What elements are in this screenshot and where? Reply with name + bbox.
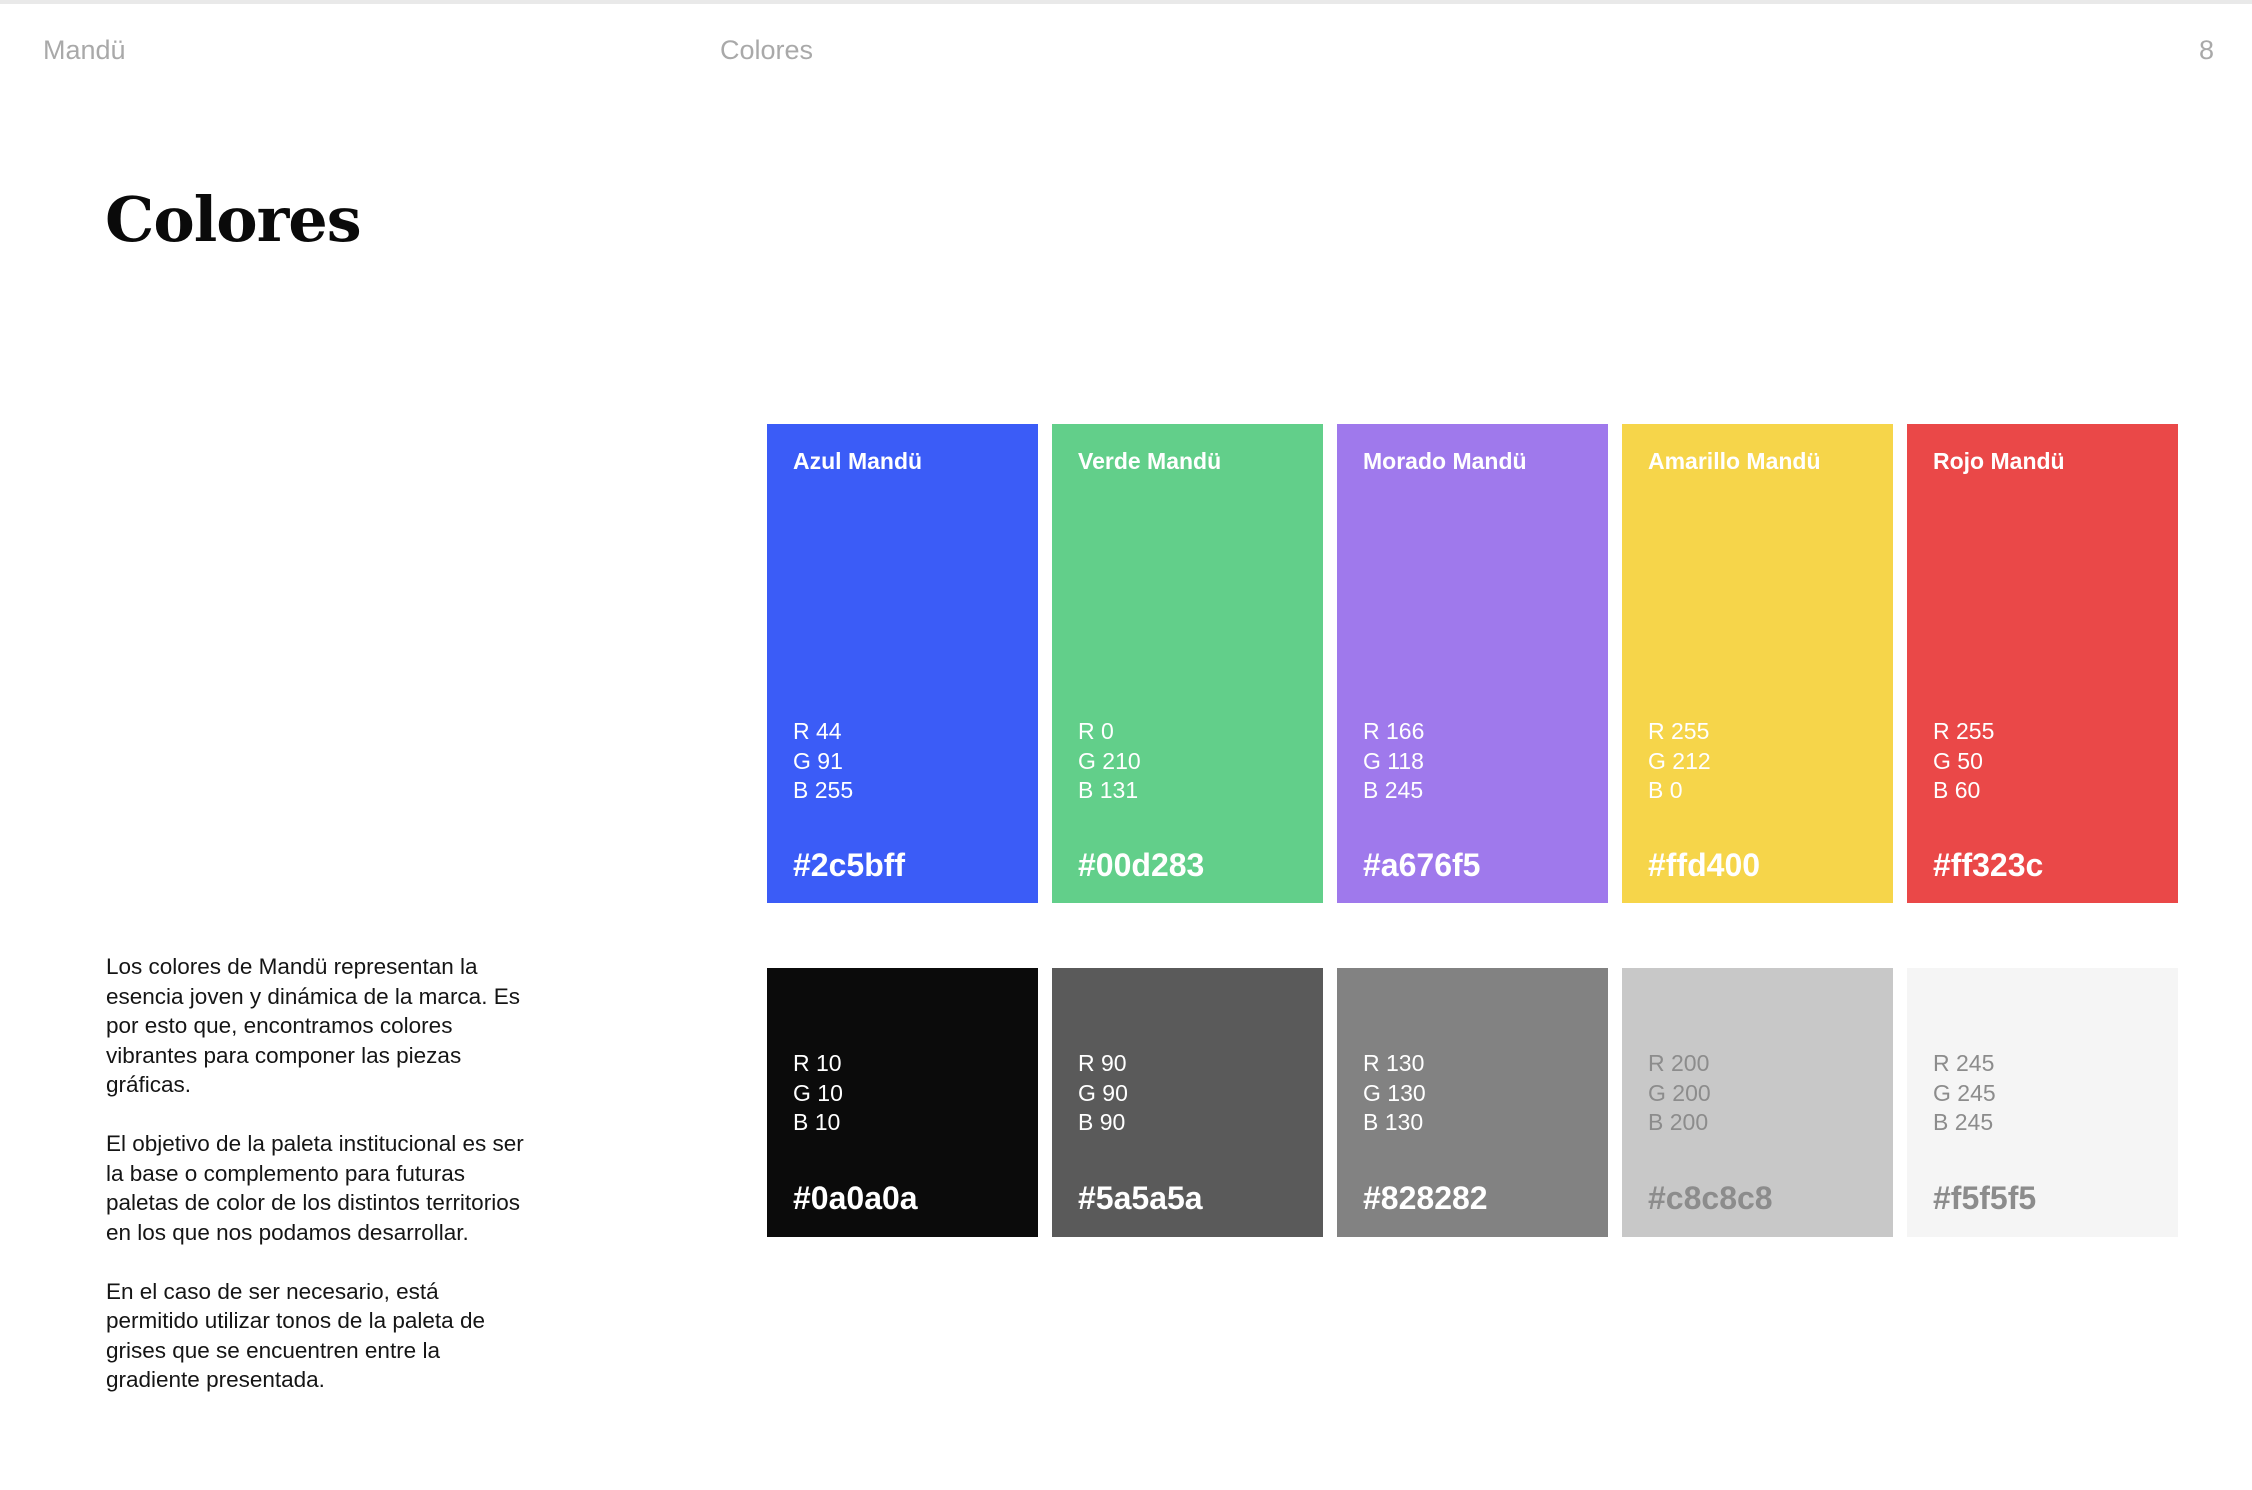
swatch-hex: #c8c8c8 bbox=[1648, 1180, 1773, 1216]
swatch-name: Rojo Mandü bbox=[1933, 448, 2065, 474]
grey-swatch-200: R 200 G 200 B 200 #c8c8c8 bbox=[1622, 968, 1893, 1237]
swatch-b-value: B 0 bbox=[1648, 777, 1683, 803]
swatch-g-value: G 50 bbox=[1933, 747, 1983, 774]
swatch-name: Morado Mandü bbox=[1363, 448, 1527, 474]
page-title: Colores bbox=[105, 183, 362, 256]
swatch-g-value: G 118 bbox=[1363, 747, 1424, 774]
swatch-name: Azul Mandü bbox=[793, 448, 923, 474]
page-number: 8 bbox=[2198, 35, 2214, 65]
swatch-r-value: R 130 bbox=[1363, 1050, 1425, 1076]
swatch-b-value: B 245 bbox=[1363, 777, 1424, 803]
swatch-rgb: R 200 G 200 B 200 bbox=[1648, 1049, 1711, 1138]
swatch-r-value: R 166 bbox=[1363, 718, 1425, 744]
color-swatch-rojo: Rojo Mandü R 255 G 50 B 60 #ff323c bbox=[1907, 424, 2178, 903]
swatch-b-value: B 131 bbox=[1078, 777, 1139, 803]
swatch-g-value: G 210 bbox=[1078, 747, 1141, 774]
swatch-b-value: B 245 bbox=[1933, 1109, 1994, 1135]
swatch-hex: #828282 bbox=[1363, 1180, 1488, 1216]
top-border bbox=[0, 0, 2252, 4]
swatch-r-value: R 200 bbox=[1648, 1050, 1710, 1076]
grey-swatch-130: R 130 G 130 B 130 #828282 bbox=[1337, 968, 1608, 1237]
swatch-r-value: R 90 bbox=[1078, 1050, 1127, 1076]
color-swatch-verde: Verde Mandü R 0 G 210 B 131 #00d283 bbox=[1052, 424, 1323, 903]
description: Los colores de Mandü representan la esen… bbox=[106, 952, 526, 1424]
swatch-b-value: B 90 bbox=[1078, 1109, 1126, 1135]
swatch-rgb: R 0 G 210 B 131 bbox=[1078, 717, 1141, 806]
header-section-title: Colores bbox=[720, 35, 814, 65]
swatch-b-value: B 10 bbox=[793, 1109, 841, 1135]
description-paragraph: El objetivo de la paleta institucional e… bbox=[106, 1131, 524, 1245]
swatch-b-value: B 130 bbox=[1363, 1109, 1424, 1135]
swatch-r-value: R 245 bbox=[1933, 1050, 1995, 1076]
grey-swatch-90: R 90 G 90 B 90 #5a5a5a bbox=[1052, 968, 1323, 1237]
swatch-hex: #00d283 bbox=[1078, 847, 1205, 883]
swatch-rgb: R 130 G 130 B 130 bbox=[1363, 1049, 1426, 1138]
swatch-hex: #f5f5f5 bbox=[1933, 1180, 2037, 1216]
swatch-g-value: G 212 bbox=[1648, 747, 1711, 774]
swatch-rgb: R 245 G 245 B 245 bbox=[1933, 1049, 1996, 1138]
swatch-name: Amarillo Mandü bbox=[1648, 448, 1821, 474]
header-brand: Mandü bbox=[43, 35, 126, 65]
swatch-g-value: G 90 bbox=[1078, 1079, 1128, 1106]
swatch-g-value: G 10 bbox=[793, 1079, 843, 1106]
swatch-r-value: R 44 bbox=[793, 718, 842, 744]
swatch-hex: #5a5a5a bbox=[1078, 1180, 1203, 1216]
swatch-hex: #0a0a0a bbox=[793, 1180, 918, 1216]
swatch-b-value: B 200 bbox=[1648, 1109, 1709, 1135]
swatch-g-value: G 91 bbox=[793, 747, 843, 774]
color-swatch-amarillo: Amarillo Mandü R 255 G 212 B 0 #ffd400 bbox=[1622, 424, 1893, 903]
swatch-rgb: R 10 G 10 B 10 bbox=[793, 1049, 843, 1138]
swatch-g-value: G 245 bbox=[1933, 1079, 1996, 1106]
color-swatch-morado: Morado Mandü R 166 G 118 B 245 #a676f5 bbox=[1337, 424, 1608, 903]
swatch-hex: #ff323c bbox=[1933, 847, 2044, 883]
swatch-hex: #a676f5 bbox=[1363, 847, 1481, 883]
swatch-hex: #2c5bff bbox=[793, 847, 906, 883]
swatch-rgb: R 166 G 118 B 245 bbox=[1363, 717, 1424, 806]
swatch-rgb: R 255 G 50 B 60 bbox=[1933, 717, 1994, 806]
swatch-r-value: R 255 bbox=[1648, 718, 1710, 744]
description-paragraph: En el caso de ser necesario, está permit… bbox=[106, 1278, 485, 1393]
swatch-rgb: R 44 G 91 B 255 bbox=[793, 717, 853, 806]
description-paragraph: Los colores de Mandü representan la esen… bbox=[106, 954, 520, 1097]
swatch-name: Verde Mandü bbox=[1078, 448, 1222, 474]
swatch-g-value: G 200 bbox=[1648, 1079, 1711, 1106]
swatch-b-value: B 60 bbox=[1933, 777, 1981, 803]
swatch-b-value: B 255 bbox=[793, 777, 854, 803]
swatch-r-value: R 255 bbox=[1933, 718, 1995, 744]
swatch-r-value: R 10 bbox=[793, 1050, 842, 1076]
swatch-rgb: R 255 G 212 B 0 bbox=[1648, 717, 1711, 806]
swatch-hex: #ffd400 bbox=[1648, 847, 1761, 883]
swatch-r-value: R 0 bbox=[1078, 718, 1114, 744]
grey-swatch-10: R 10 G 10 B 10 #0a0a0a bbox=[767, 968, 1038, 1237]
swatch-g-value: G 130 bbox=[1363, 1079, 1426, 1106]
color-swatch-azul: Azul Mandü R 44 G 91 B 255 #2c5bff bbox=[767, 424, 1038, 903]
grey-swatch-245: R 245 G 245 B 245 #f5f5f5 bbox=[1907, 968, 2178, 1237]
swatch-rgb: R 90 G 90 B 90 bbox=[1078, 1049, 1128, 1138]
